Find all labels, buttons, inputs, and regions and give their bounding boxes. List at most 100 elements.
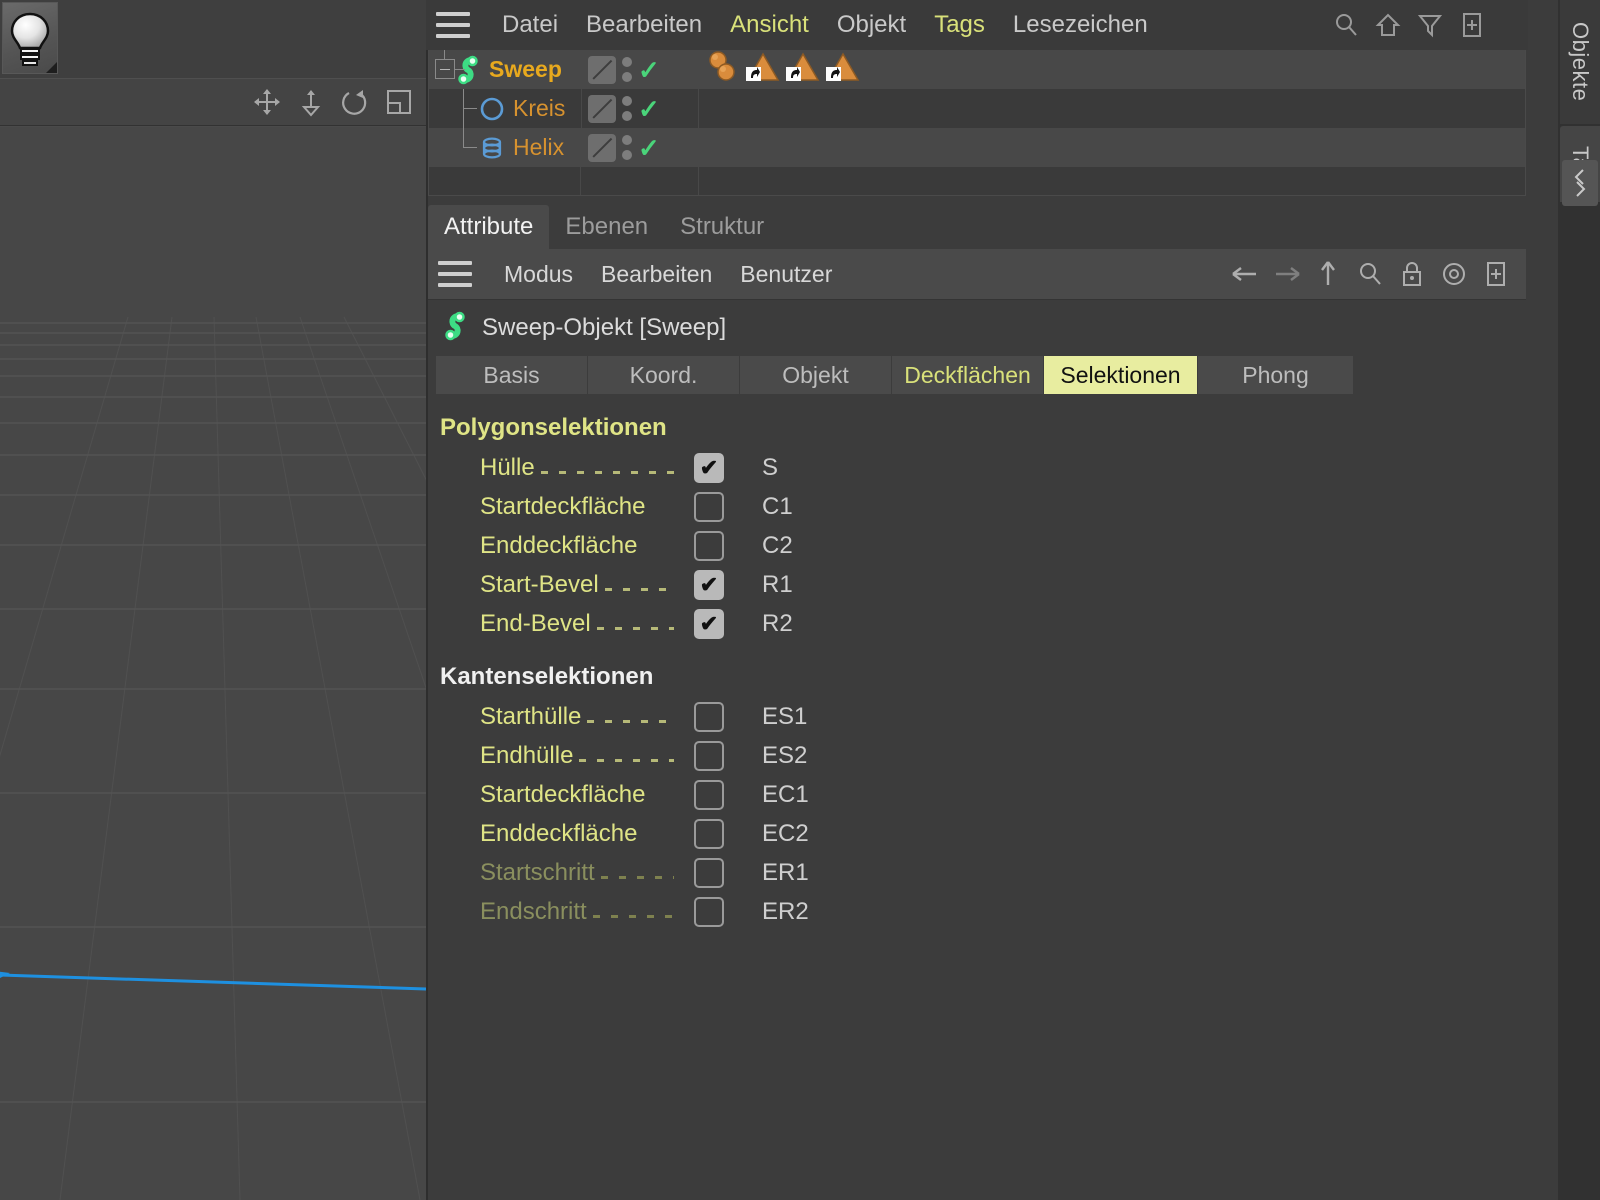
property-row-enddeckflaeche[interactable]: Enddeckfläche ✔ C2 (428, 526, 1526, 565)
tree-item-label[interactable]: Sweep (489, 56, 562, 83)
object-tree[interactable]: Sweep ✓ Kreis ✓ Helix ✓ (428, 50, 1526, 196)
tree-name-cell[interactable]: Kreis (429, 89, 581, 128)
property-row-enddeckflaeche-kante[interactable]: Enddeckfläche ✔ EC2 (428, 814, 1526, 853)
hamburger-menu-icon[interactable] (438, 261, 472, 287)
tab-ebenen[interactable]: Ebenen (549, 205, 664, 249)
am-menu-benutzer[interactable]: Benutzer (726, 257, 846, 292)
tab-basis[interactable]: Basis (436, 356, 588, 394)
enabled-check-icon[interactable]: ✓ (638, 57, 660, 83)
checkbox-enddeckflaeche[interactable]: ✔ (694, 530, 724, 561)
table-row[interactable]: Kreis ✓ (429, 89, 1525, 128)
add-icon[interactable] (1482, 260, 1510, 288)
add-layer-icon[interactable] (1458, 11, 1486, 39)
back-arrow-icon[interactable] (1230, 260, 1258, 288)
property-row-startdeckflaeche[interactable]: Startdeckfläche ✔ C1 (428, 487, 1526, 526)
property-label: Hülle (480, 453, 535, 481)
lightbulb-icon[interactable] (2, 2, 58, 74)
property-row-endhuelle[interactable]: Endhülle ✔ ES2 (428, 736, 1526, 775)
property-row-end-bevel[interactable]: End-Bevel ✔ R2 (428, 604, 1526, 643)
tab-attribute[interactable]: Attribute (428, 205, 550, 249)
property-row-startdeckflaeche-kante[interactable]: Startdeckfläche ✔ EC1 (428, 775, 1526, 814)
side-tab-objekte[interactable]: Objekte (1560, 0, 1600, 124)
enabled-check-icon[interactable]: ✓ (638, 135, 660, 161)
attribute-body: Sweep-Objekt [Sweep] Basis Koord. Objekt… (428, 299, 1526, 1195)
move-icon[interactable] (252, 87, 282, 117)
om-menu-ansicht[interactable]: Ansicht (716, 7, 823, 43)
tree-visibility-controls[interactable]: ✓ (581, 50, 699, 89)
property-row-start-bevel[interactable]: Start-Bevel ✔ R1 (428, 565, 1526, 604)
property-row-endschritt[interactable]: Endschritt ✔ ER2 (428, 892, 1526, 931)
layer-swatch-icon[interactable] (588, 55, 616, 84)
property-row-startschritt[interactable]: Startschritt ✔ ER1 (428, 853, 1526, 892)
selection-tag[interactable] (825, 51, 861, 88)
hamburger-menu-icon[interactable] (436, 12, 470, 38)
up-arrow-icon[interactable] (1314, 260, 1342, 288)
maximize-icon[interactable] (384, 87, 414, 117)
search-icon[interactable] (1356, 260, 1384, 288)
am-menu-bearbeiten[interactable]: Bearbeiten (587, 257, 726, 292)
filter-icon[interactable] (1416, 11, 1444, 39)
layer-swatch-icon[interactable] (588, 133, 616, 162)
side-tab-chevron-control[interactable] (1562, 160, 1598, 206)
layer-swatch-icon[interactable] (588, 94, 616, 123)
om-menu-bearbeiten[interactable]: Bearbeiten (572, 7, 716, 43)
tab-objekt[interactable]: Objekt (740, 356, 892, 394)
checkbox-start-bevel[interactable]: ✔ (694, 569, 724, 600)
property-row-huelle[interactable]: Hülle ✔ S (428, 448, 1526, 487)
visibility-dots-icon[interactable] (622, 135, 632, 160)
table-row[interactable]: Helix ✓ (429, 128, 1525, 167)
scale-icon[interactable] (296, 87, 326, 117)
checkbox-huelle[interactable]: ✔ (694, 452, 724, 483)
tree-item-label[interactable]: Helix (513, 134, 564, 161)
lock-icon[interactable] (1398, 260, 1426, 288)
tree-visibility-controls[interactable]: ✓ (581, 89, 699, 128)
om-menu-lesezeichen[interactable]: Lesezeichen (999, 7, 1162, 43)
material-tag[interactable] (707, 51, 741, 88)
viewport-panel[interactable] (0, 0, 426, 1200)
visibility-dots-icon[interactable] (622, 96, 632, 121)
tree-name-cell[interactable]: Helix (429, 128, 581, 167)
checkbox-wrap: ✔ (680, 701, 738, 732)
forward-arrow-icon[interactable] (1272, 260, 1300, 288)
tab-koord[interactable]: Koord. (588, 356, 740, 394)
rotate-icon[interactable] (340, 87, 370, 117)
selection-tag[interactable] (785, 51, 821, 88)
checkbox-startdeckflaeche-kante[interactable]: ✔ (694, 779, 724, 810)
tree-visibility-controls[interactable]: ✓ (581, 128, 699, 167)
checkbox-startdeckflaeche[interactable]: ✔ (694, 491, 724, 522)
expander-minus-icon[interactable] (435, 59, 455, 79)
home-icon[interactable] (1374, 11, 1402, 39)
tree-item-label[interactable]: Kreis (513, 95, 565, 122)
viewport-3d-canvas[interactable] (0, 127, 426, 1200)
tree-expander-area[interactable] (429, 50, 465, 89)
checkbox-endhuelle[interactable]: ✔ (694, 740, 724, 771)
tree-tags-cell[interactable] (699, 128, 1525, 167)
visibility-dots-icon[interactable] (622, 57, 632, 82)
sweep-object-icon (440, 311, 470, 346)
checkbox-endschritt[interactable]: ✔ (694, 896, 724, 927)
tab-struktur[interactable]: Struktur (664, 205, 780, 249)
table-row[interactable]: Sweep ✓ (429, 50, 1525, 89)
checkbox-startschritt[interactable]: ✔ (694, 857, 724, 888)
tab-selektionen[interactable]: Selektionen (1044, 356, 1198, 394)
am-menu-modus[interactable]: Modus (490, 257, 587, 292)
om-menu-objekt[interactable]: Objekt (823, 7, 920, 43)
tab-phong[interactable]: Phong (1198, 356, 1354, 394)
enabled-check-icon[interactable]: ✓ (638, 96, 660, 122)
om-menu-datei[interactable]: Datei (488, 7, 572, 43)
om-menu-tags[interactable]: Tags (920, 7, 999, 43)
property-row-starthuelle[interactable]: Starthülle ✔ ES1 (428, 697, 1526, 736)
checkbox-wrap: ✔ (680, 491, 738, 522)
checkbox-starthuelle[interactable]: ✔ (694, 701, 724, 732)
tab-deckflaechen[interactable]: Deckflächen (892, 356, 1044, 394)
tree-tags-cell[interactable] (699, 50, 1525, 89)
property-label: Enddeckfläche (480, 531, 638, 559)
tree-name-cell[interactable]: Sweep (429, 50, 581, 89)
tree-tags-cell[interactable] (699, 89, 1525, 128)
search-icon[interactable] (1332, 11, 1360, 39)
selection-tag[interactable] (745, 51, 781, 88)
checkbox-end-bevel[interactable]: ✔ (694, 608, 724, 639)
checkbox-enddeckflaeche-kante[interactable]: ✔ (694, 818, 724, 849)
target-icon[interactable] (1440, 260, 1468, 288)
tree-empty-row[interactable] (429, 167, 1525, 195)
